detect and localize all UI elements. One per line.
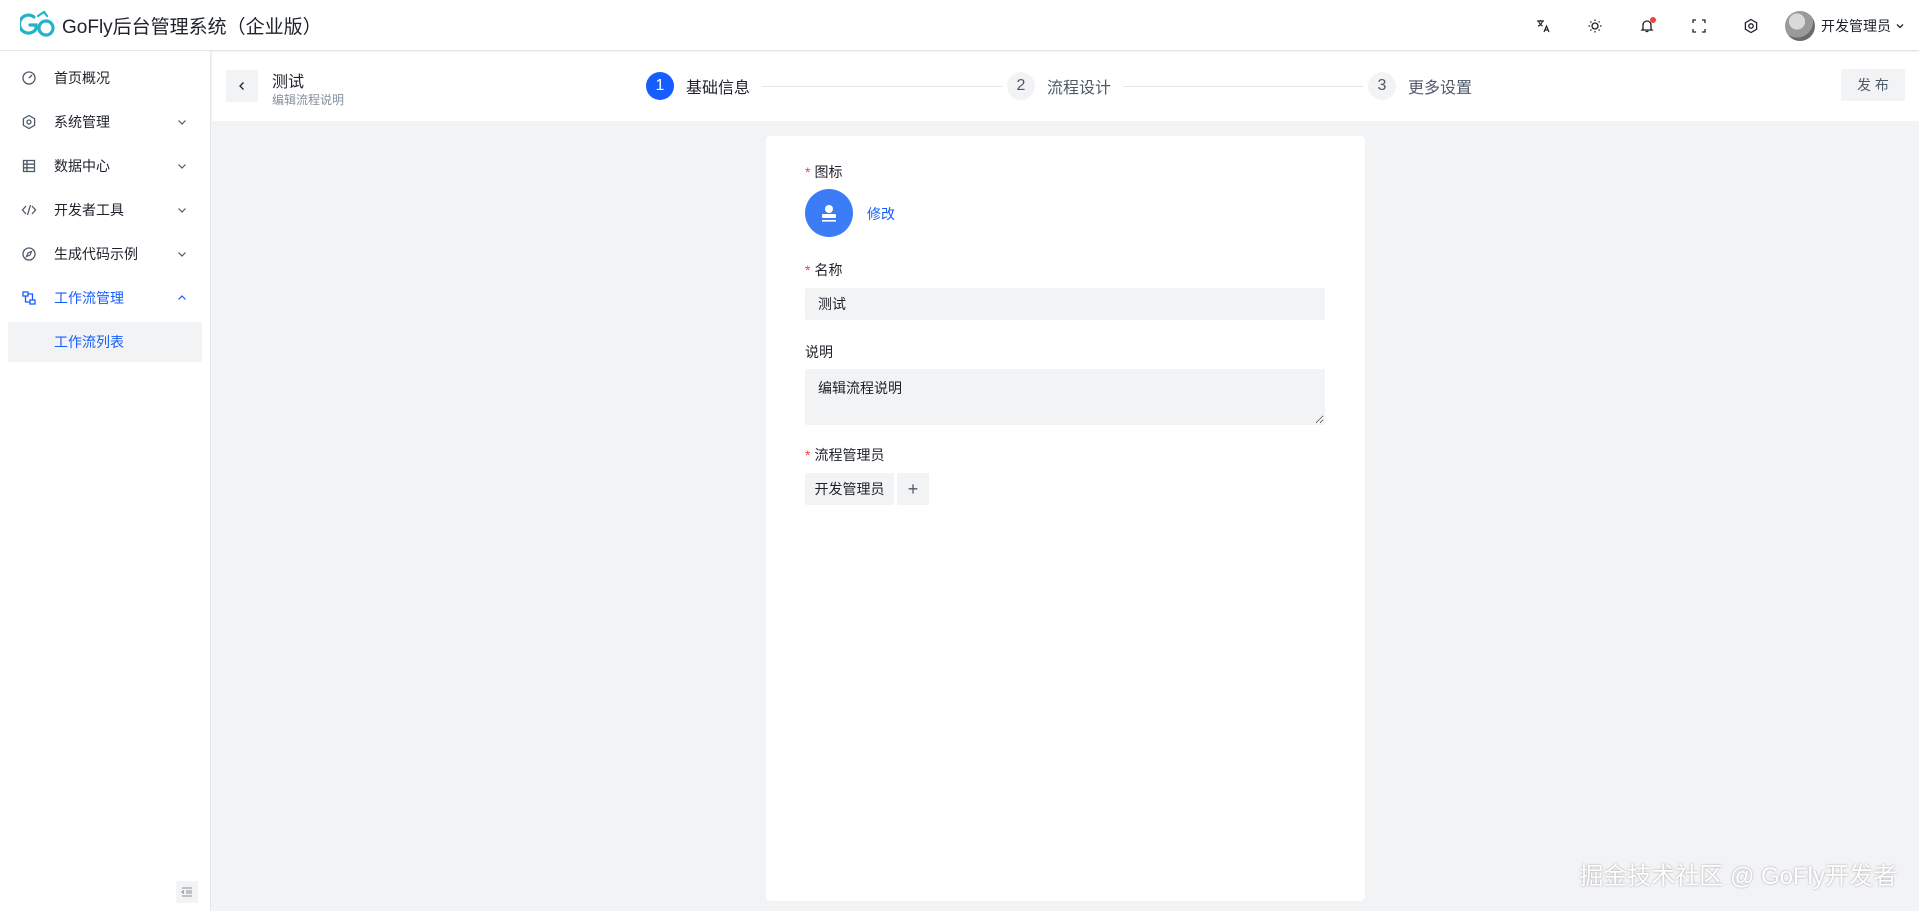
fullscreen-button[interactable] [1681, 8, 1717, 44]
step-more-settings[interactable]: 3 更多设置 [1368, 72, 1472, 100]
settings-icon [1744, 18, 1758, 33]
chevron-down-icon [178, 120, 186, 125]
user-menu[interactable]: 开发管理员 [1785, 10, 1905, 41]
step-flow-design[interactable]: 2 流程设计 [1007, 72, 1111, 100]
fullscreen-icon [1692, 18, 1706, 33]
translate-icon [1537, 19, 1550, 32]
theme-button[interactable] [1577, 8, 1613, 44]
back-button[interactable] [226, 70, 258, 102]
desc-field-label: 说明 [805, 344, 833, 360]
code-icon [21, 202, 37, 218]
step-basic-info[interactable]: 1 基础信息 [646, 72, 750, 100]
page-subtitle: 编辑流程说明 [272, 93, 345, 107]
chevron-left-icon [239, 82, 244, 90]
sidebar-item-label: 数据中心 [54, 158, 110, 174]
sidebar-item-label: 生成代码示例 [54, 246, 138, 262]
top-bar: GoFly后台管理系统（企业版） 开发管理员 [0, 0, 1919, 51]
gear-icon [21, 114, 37, 130]
stamp-icon [822, 205, 836, 222]
admin-field-label: * 流程管理员 [805, 447, 885, 463]
chevron-down-icon [178, 164, 186, 169]
step-connector [762, 86, 1002, 87]
page-header: 测试 编辑流程说明 1 基础信息 2 流程设计 3 更多设置 发 布 [212, 52, 1919, 121]
sidebar-item-data[interactable]: 数据中心 [8, 146, 202, 186]
sidebar-item-system[interactable]: 系统管理 [8, 102, 202, 142]
name-field-label: * 名称 [805, 262, 843, 278]
sidebar-item-label: 首页概况 [54, 70, 110, 86]
step-label: 流程设计 [1047, 80, 1112, 97]
theme-icon [1588, 19, 1602, 32]
step-connector [1123, 86, 1363, 87]
step-number: 1 [646, 72, 674, 100]
chevron-down-icon [1896, 23, 1904, 28]
sidebar-item-codegen[interactable]: 生成代码示例 [8, 234, 202, 274]
workflow-icon-preview [805, 189, 853, 237]
page-title: 测试 [272, 74, 305, 91]
sidebar-item-workflow[interactable]: 工作流管理 [8, 278, 202, 318]
settings-button[interactable] [1733, 8, 1769, 44]
step-label: 更多设置 [1408, 80, 1473, 97]
avatar [1785, 10, 1815, 41]
chevron-up-icon [178, 295, 186, 300]
steps: 1 基础信息 2 流程设计 3 更多设置 [646, 72, 1506, 100]
menu-fold-icon [181, 887, 192, 897]
table-icon [21, 158, 37, 174]
edit-icon-link[interactable]: 修改 [867, 204, 895, 224]
dashboard-icon [21, 70, 37, 86]
collapse-sidebar-button[interactable] [176, 881, 198, 903]
form-card: *图标 修改 *名称 说明 编辑流程说明 *流程管理员 开发管理员 + [766, 136, 1365, 901]
step-label: 基础信息 [686, 80, 751, 97]
name-input[interactable] [805, 288, 1325, 320]
logo-icon [20, 10, 55, 37]
publish-button[interactable]: 发 布 [1841, 69, 1905, 101]
chevron-down-icon [178, 252, 186, 257]
sidebar: 首页概况 系统管理 数据中心 开发者工具 生成代码示例 工作流管理 工作流列表 [0, 51, 211, 911]
required-mark: * [805, 262, 811, 278]
sidebar-item-workflow-list[interactable]: 工作流列表 [8, 322, 202, 362]
sidebar-item-home[interactable]: 首页概况 [8, 58, 202, 98]
brand[interactable]: GoFly后台管理系统（企业版） [20, 10, 322, 40]
chevron-down-icon [178, 208, 186, 213]
required-mark: * [805, 164, 811, 180]
required-mark: * [805, 447, 811, 463]
workflow-icon [21, 290, 37, 306]
plus-icon: + [907, 478, 919, 499]
app-title: GoFly后台管理系统（企业版） [62, 16, 322, 38]
top-actions: 开发管理员 [1525, 0, 1919, 51]
sidebar-item-label: 系统管理 [54, 114, 110, 130]
translate-button[interactable] [1525, 8, 1561, 44]
admin-tag[interactable]: 开发管理员 [805, 473, 894, 505]
watermark: 掘金技术社区 @ GoFly开发者 [1579, 863, 1897, 890]
sidebar-item-devtools[interactable]: 开发者工具 [8, 190, 202, 230]
icon-field-label: * 图标 [805, 164, 843, 180]
add-admin-button[interactable]: + [897, 473, 929, 505]
notification-button[interactable] [1629, 8, 1665, 44]
compass-icon [21, 246, 37, 262]
step-number: 3 [1368, 72, 1396, 100]
description-textarea[interactable]: 编辑流程说明 [805, 369, 1325, 425]
step-number: 2 [1007, 72, 1035, 100]
notification-dot [1650, 16, 1656, 23]
sidebar-item-label: 开发者工具 [54, 202, 124, 218]
sidebar-item-label: 工作流管理 [54, 290, 124, 306]
user-name: 开发管理员 [1821, 17, 1891, 34]
